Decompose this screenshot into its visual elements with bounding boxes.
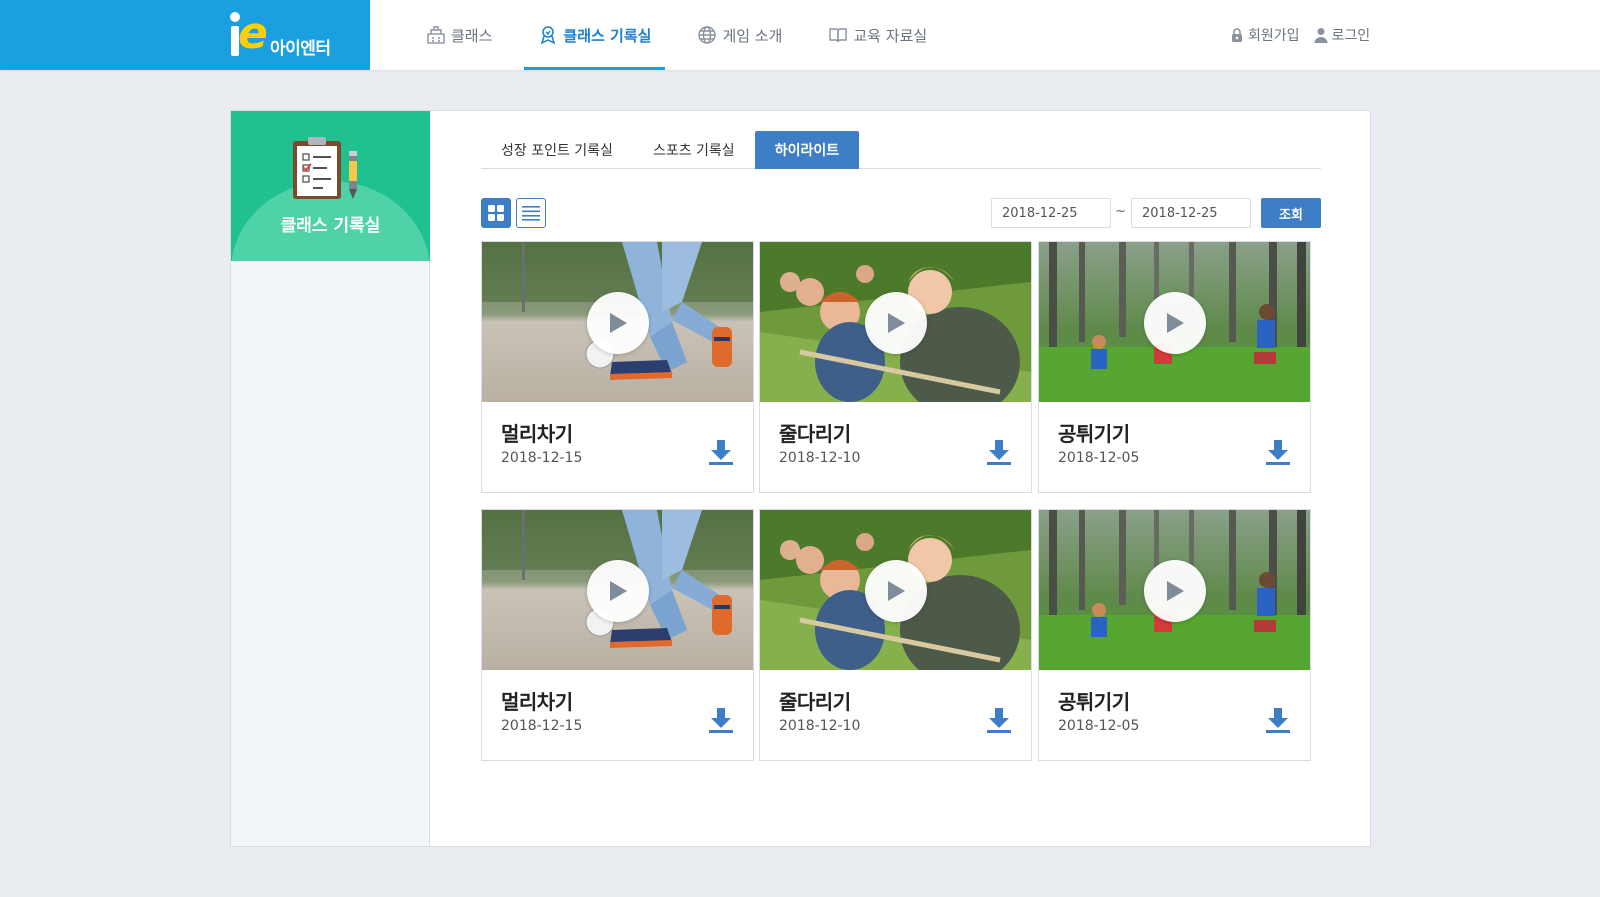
nav-item-class-records[interactable]: 클래스 기록실 [524,0,666,70]
user-icon [1314,28,1328,43]
video-date: 2018-12-05 [1058,450,1140,466]
clipboard-icon [293,137,357,199]
download-button[interactable] [986,706,1012,734]
nav-item-game-intro[interactable]: 게임 소개 [683,0,796,70]
video-title: 줄다리기 [779,690,851,714]
download-icon [709,708,733,733]
list-view-button[interactable] [516,198,546,228]
book-icon [829,28,848,43]
play-icon [888,581,905,601]
video-card[interactable]: 멀리차기 2018-12-15 [481,509,754,761]
date-from-input[interactable] [991,198,1111,228]
main-panel: 클래스 기록실 성장 포인트 기록실 스포츠 기록실 하이라이트 ~ 조회 [230,110,1371,847]
download-button[interactable] [708,438,734,466]
video-title: 공튀기기 [1058,422,1130,446]
video-card[interactable]: 공튀기기 2018-12-05 [1038,241,1311,493]
brand-logo[interactable]: e 아이엔터 [228,10,348,60]
play-button[interactable] [1144,292,1206,354]
signup-link[interactable]: 회원가입 [1230,25,1300,45]
video-thumbnail[interactable] [760,242,1031,402]
top-header: e 아이엔터 클래스 클래스 기록실 게임 소개 교육 자료실 회원가입 로그인 [0,0,1600,70]
play-icon [1167,313,1184,333]
tab-growth-points[interactable]: 성장 포인트 기록실 [481,131,633,169]
medal-icon [541,26,556,45]
date-to-input[interactable] [1131,198,1251,228]
lock-icon [1232,28,1242,42]
sidebar: 클래스 기록실 [231,111,430,846]
video-thumbnail[interactable] [482,510,753,670]
main-nav: 클래스 클래스 기록실 게임 소개 교육 자료실 [412,0,959,70]
download-icon [709,440,733,465]
video-thumbnail[interactable] [760,510,1031,670]
play-icon [888,313,905,333]
nav-label: 클래스 [451,26,493,45]
logo-text: 아이엔터 [270,39,331,59]
search-button[interactable]: 조회 [1261,198,1321,228]
download-button[interactable] [708,706,734,734]
login-link[interactable]: 로그인 [1314,25,1371,45]
sidebar-title: 클래스 기록실 [280,216,381,236]
tab-sports-records[interactable]: 스포츠 기록실 [633,131,755,169]
globe-icon [698,26,717,44]
logo-e-mark: e [238,8,268,59]
video-card[interactable]: 줄다리기 2018-12-10 [759,241,1032,493]
nav-label: 게임 소개 [722,26,783,45]
video-title: 줄다리기 [779,422,851,446]
video-card[interactable]: 멀리차기 2018-12-15 [481,241,754,493]
nav-item-class[interactable]: 클래스 [412,0,506,70]
video-date: 2018-12-15 [501,718,583,734]
video-card[interactable]: 줄다리기 2018-12-10 [759,509,1032,761]
download-icon [1266,440,1290,465]
nav-label: 교육 자료실 [853,26,928,45]
video-date: 2018-12-10 [779,450,861,466]
record-tabs: 성장 포인트 기록실 스포츠 기록실 하이라이트 [481,131,1321,169]
play-icon [610,581,627,601]
play-button[interactable] [1144,560,1206,622]
login-label: 로그인 [1331,28,1371,44]
date-separator: ~ [1115,204,1126,219]
download-button[interactable] [1265,438,1291,466]
play-icon [610,313,627,333]
video-date: 2018-12-05 [1058,718,1140,734]
list-icon [522,206,540,221]
grid-view-button[interactable] [481,198,511,228]
video-card[interactable]: 공튀기기 2018-12-05 [1038,509,1311,761]
video-thumbnail[interactable] [482,242,753,402]
building-icon [427,26,445,44]
signup-label: 회원가입 [1248,28,1300,44]
video-title: 멀리차기 [501,690,573,714]
video-date: 2018-12-10 [779,718,861,734]
nav-label: 클래스 기록실 [563,26,652,45]
play-button[interactable] [587,292,649,354]
download-icon [987,440,1011,465]
video-title: 멀리차기 [501,422,573,446]
download-button[interactable] [1265,706,1291,734]
play-button[interactable] [865,292,927,354]
video-thumbnail[interactable] [1039,242,1310,402]
tab-highlights[interactable]: 하이라이트 [754,131,860,169]
logo-area[interactable]: e 아이엔터 [0,0,370,70]
nav-item-edu-resources[interactable]: 교육 자료실 [814,0,941,70]
play-icon [1167,581,1184,601]
video-thumbnail[interactable] [1039,510,1310,670]
download-icon [987,708,1011,733]
play-button[interactable] [865,560,927,622]
download-button[interactable] [986,438,1012,466]
download-icon [1266,708,1290,733]
filter-toolbar: ~ 조회 [481,198,1321,230]
video-title: 공튀기기 [1058,690,1130,714]
sidebar-header: 클래스 기록실 [231,111,430,261]
play-button[interactable] [587,560,649,622]
grid-icon [488,205,504,221]
video-date: 2018-12-15 [501,450,583,466]
auth-links: 회원가입 로그인 [1230,0,1384,70]
